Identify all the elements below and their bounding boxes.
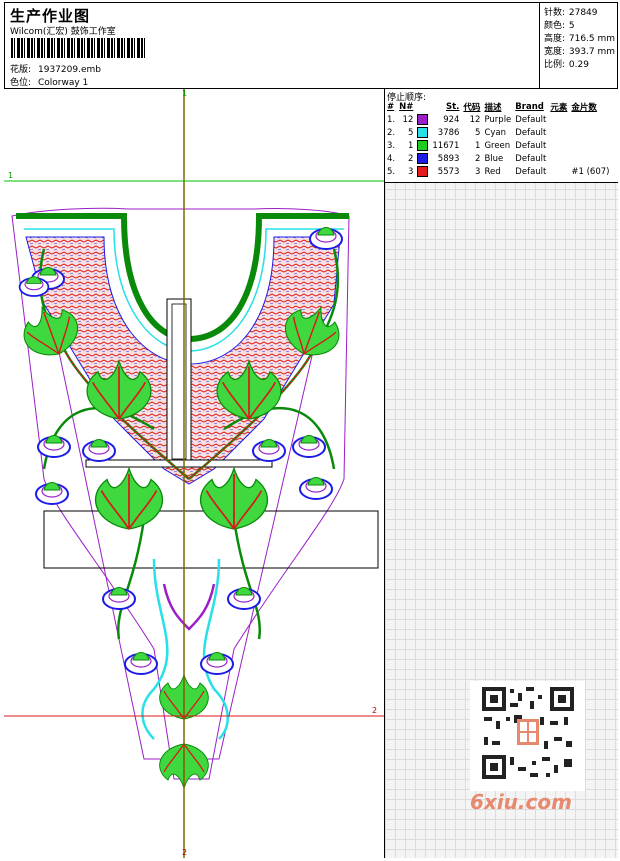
row-needle: 5 — [407, 127, 414, 138]
row-stitches: 924 — [443, 114, 460, 125]
row-index: 3. — [387, 140, 396, 151]
stat-stitches: 针数: 27849 — [544, 8, 598, 18]
guide-label-right: 2 — [372, 706, 378, 715]
pattern-value: 1937209.emb — [38, 65, 101, 75]
colorway-value: Colorway 1 — [38, 78, 89, 88]
stat-height: 高度: 716.5 mm — [544, 34, 616, 44]
stat-scale: 比例: 0.29 — [544, 60, 589, 70]
row-stitches: 5573 — [437, 166, 460, 177]
qr-code — [470, 681, 585, 791]
color-row: 1. 12 924 12 Purple Default — [385, 113, 611, 126]
color-swatch — [417, 127, 429, 138]
row-desc: Cyan — [484, 127, 506, 138]
row-code: 12 — [469, 114, 481, 125]
color-swatch — [417, 166, 429, 177]
row-stitches: 3786 — [437, 127, 460, 138]
row-brand: Default — [515, 114, 547, 125]
color-swatch — [417, 140, 429, 151]
row-needle: 12 — [402, 114, 414, 125]
company-name: Wilcom(汇宏) 鼓饰工作室 — [10, 27, 116, 37]
color-swatch — [417, 153, 429, 164]
row-sequins — [569, 139, 611, 152]
col-element: 元素 — [550, 102, 568, 113]
row-brand: Default — [515, 140, 547, 151]
col-stitches: St. — [446, 101, 460, 112]
row-index: 5. — [387, 166, 396, 177]
header-info: 生产作业图 Wilcom(汇宏) 鼓饰工作室 花版: 1937209.emb 色位… — [4, 2, 540, 89]
col-code: 代码 — [463, 102, 481, 113]
row-code: 1 — [475, 140, 481, 151]
design-canvas: 1 2 1 2 — [4, 89, 385, 858]
row-element — [548, 165, 569, 178]
row-needle: 1 — [407, 140, 414, 151]
col-brand: Brand — [515, 101, 544, 112]
color-swatch — [417, 114, 429, 125]
row-brand: Default — [515, 153, 547, 164]
row-index: 1. — [387, 114, 396, 125]
row-desc: Blue — [484, 153, 504, 164]
row-brand: Default — [515, 127, 547, 138]
col-sequins: 金片数 — [571, 102, 597, 113]
color-row: 5. 3 5573 3 Red Default #1 (607) — [385, 165, 611, 178]
row-sequins — [569, 113, 611, 126]
stat-width: 宽度: 393.7 mm — [544, 47, 616, 57]
color-row: 2. 5 3786 5 Cyan Default — [385, 126, 611, 139]
row-element — [548, 152, 569, 165]
row-desc: Red — [484, 166, 501, 177]
color-table: # N# St. 代码 描述 Brand 元素 金片数 1. 12 924 12 Pur… — [385, 100, 611, 178]
color-row: 3. 1 11671 1 Green Default — [385, 139, 611, 152]
row-needle: 2 — [407, 153, 414, 164]
col-index: # — [387, 101, 395, 112]
row-code: 5 — [475, 127, 481, 138]
stat-colors: 颜色: 5 — [544, 21, 575, 31]
row-swatch — [415, 152, 430, 165]
watermark-logo: 6xiu.com — [470, 790, 572, 814]
pattern-label: 花版: — [10, 65, 32, 75]
guide-label-top: 1 — [182, 89, 188, 98]
guide-label-bottom: 2 — [182, 848, 188, 857]
row-index: 4. — [387, 153, 396, 164]
pattern-line: 花版: 1937209.emb — [10, 62, 101, 75]
row-stitches: 5893 — [437, 153, 460, 164]
row-swatch — [415, 165, 430, 178]
row-element — [548, 113, 569, 126]
row-sequins — [569, 126, 611, 139]
row-swatch — [415, 126, 430, 139]
colorway-label: 色位: — [10, 78, 32, 88]
row-needle: 3 — [407, 166, 414, 177]
row-element — [548, 126, 569, 139]
col-desc: 描述 — [484, 102, 502, 113]
row-element — [548, 139, 569, 152]
row-swatch — [415, 139, 430, 152]
barcode — [11, 38, 147, 58]
row-brand: Default — [515, 166, 547, 177]
row-code: 2 — [475, 153, 481, 164]
row-desc: Green — [484, 140, 511, 151]
stop-sequence-table: 停止顺序: # N# St. 代码 描述 Brand 元素 金片数 1. 12 92… — [385, 89, 618, 183]
row-sequins — [569, 152, 611, 165]
row-stitches: 11671 — [432, 140, 460, 151]
sheet-title: 生产作业图 — [10, 7, 91, 25]
col-needle: N# — [399, 101, 414, 112]
embroidery-design — [4, 89, 384, 858]
colorway-line: 色位: Colorway 1 — [10, 75, 88, 88]
row-swatch — [415, 113, 430, 126]
row-code: 3 — [475, 166, 481, 177]
color-row: 4. 2 5893 2 Blue Default — [385, 152, 611, 165]
row-index: 2. — [387, 127, 396, 138]
row-sequins: #1 (607) — [571, 166, 610, 177]
row-desc: Purple — [484, 114, 512, 125]
col-swatch — [415, 100, 430, 113]
guide-label-left: 1 — [8, 171, 14, 180]
